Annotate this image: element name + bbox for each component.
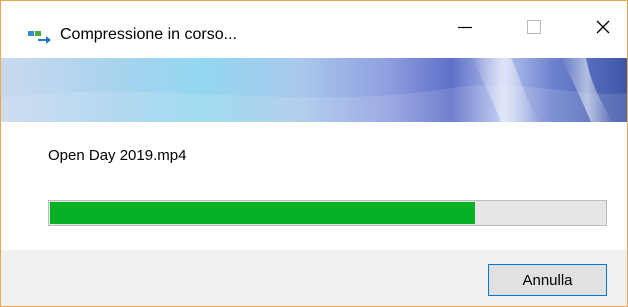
maximize-icon <box>526 19 542 40</box>
close-button[interactable] <box>580 1 626 58</box>
close-icon <box>595 19 611 40</box>
maximize-button[interactable] <box>511 1 557 58</box>
file-name: Open Day 2019.mp4 <box>48 147 187 164</box>
decorative-banner <box>1 58 627 122</box>
progress-fill <box>50 202 475 224</box>
app-icon <box>28 28 52 44</box>
title-bar[interactable]: Compressione in corso... <box>1 1 627 58</box>
compression-dialog: Compressione in corso... Open Day 2019.m… <box>0 0 628 307</box>
minimize-button[interactable] <box>442 1 488 58</box>
cancel-button[interactable]: Annulla <box>488 264 607 296</box>
window-title: Compressione in corso... <box>60 26 237 43</box>
minimize-icon <box>457 19 473 40</box>
dialog-footer: Annulla <box>1 250 627 306</box>
progress-bar <box>48 200 607 226</box>
progress-panel: Open Day 2019.mp4 <box>1 122 627 250</box>
